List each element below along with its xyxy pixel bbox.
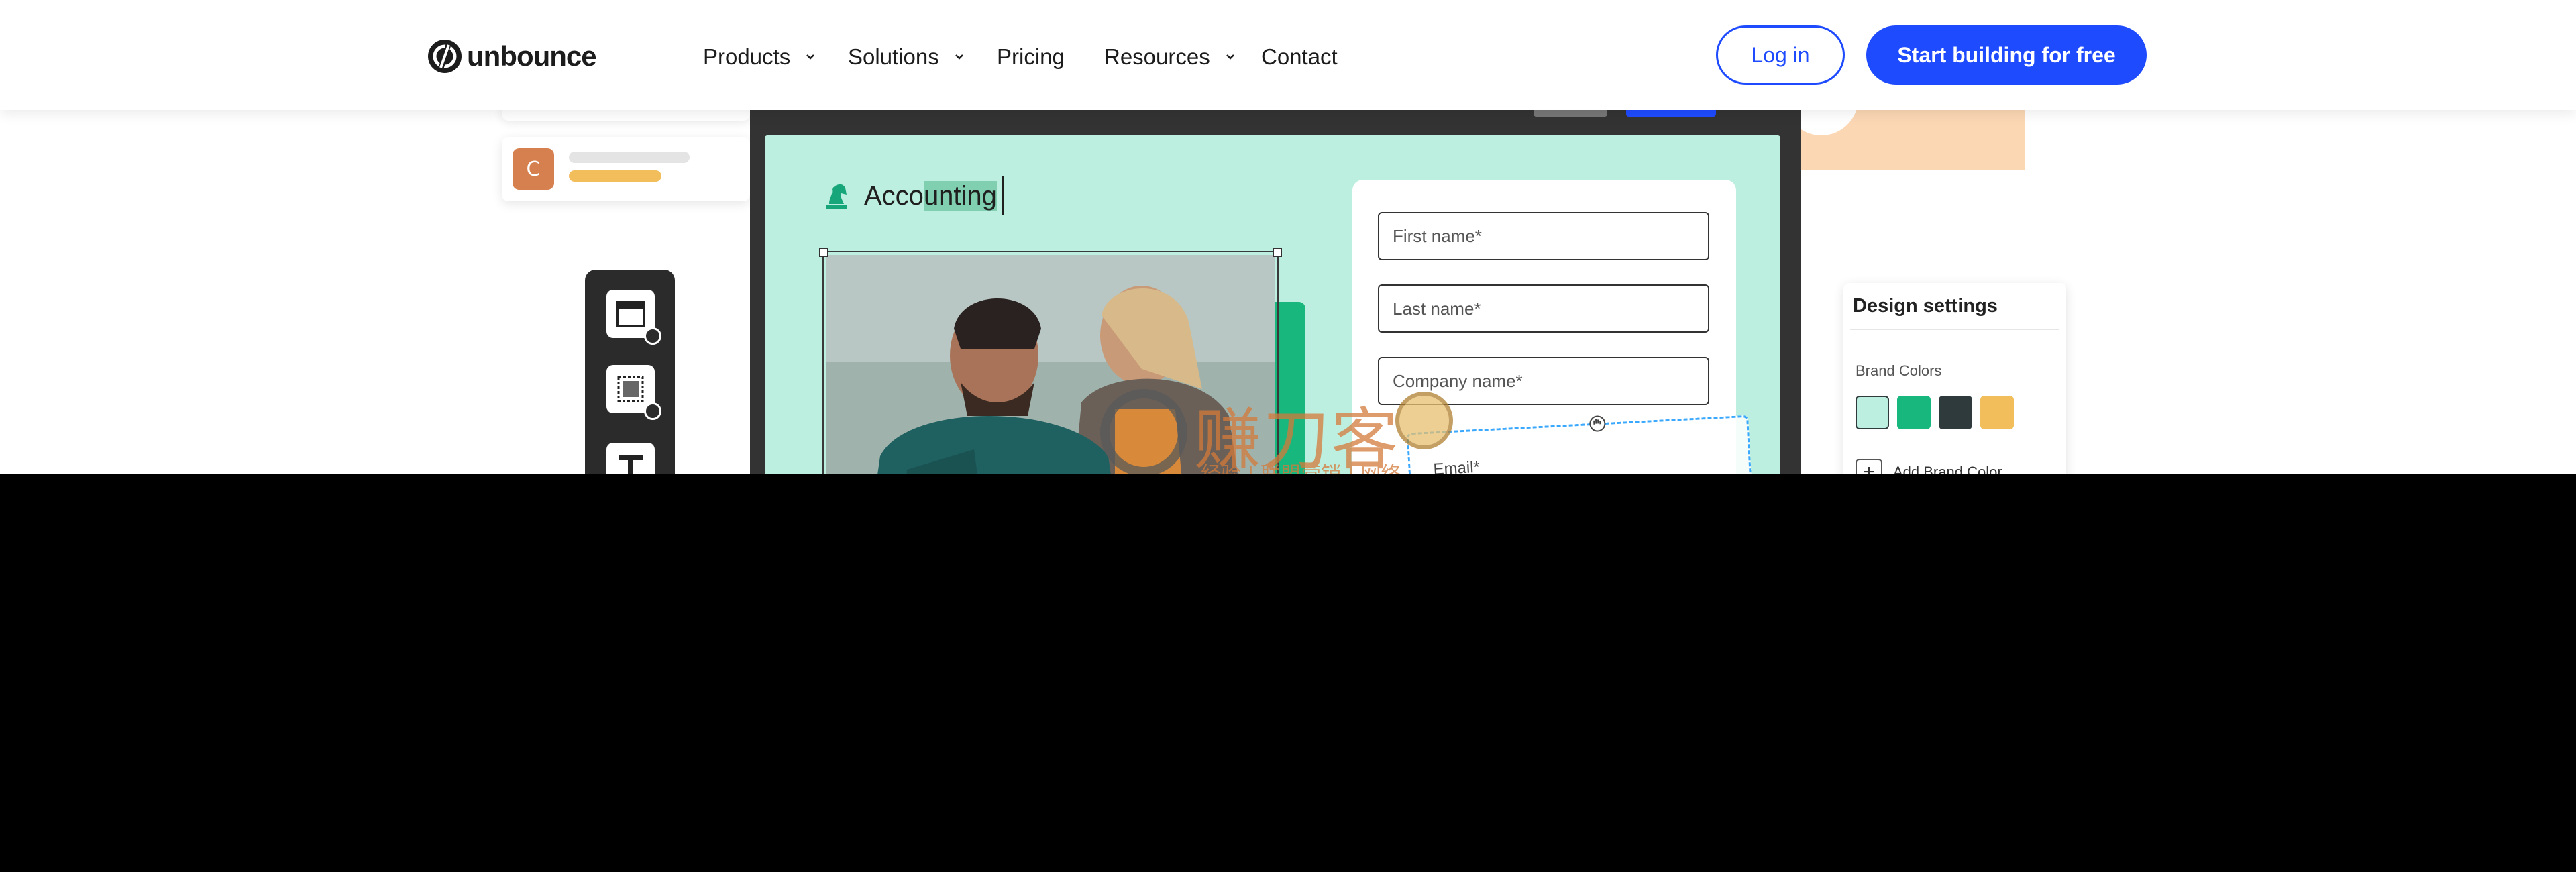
section-icon [616, 301, 645, 327]
design-settings-panel: Design settings Brand Colors + Add Brand… [1843, 283, 2066, 474]
text-cursor [1002, 176, 1004, 215]
brand-text-selected: unting [923, 180, 997, 211]
resize-handle[interactable] [1273, 248, 1282, 257]
tool-indicator-icon [644, 402, 661, 420]
brand-color-swatch[interactable] [1856, 396, 1889, 429]
top-navigation: unbounce Products Solutions Pricing Reso… [0, 0, 2576, 110]
add-brand-color-button[interactable]: + Add Brand Color [1856, 459, 2002, 474]
watermark-logo-icon [1100, 389, 1187, 474]
side-card: C [502, 137, 750, 201]
brand-text: Accounting [864, 180, 997, 211]
chevron-down-icon [805, 53, 816, 61]
plus-icon: + [1856, 459, 1882, 474]
start-building-button[interactable]: Start building for free [1866, 25, 2147, 85]
brand-colors-label: Brand Colors [1856, 362, 1942, 379]
watermark-subtext: 经验 | 联盟营销 | 网络 [1201, 457, 1401, 474]
nav-products-label: Products [703, 44, 791, 69]
nav-pricing[interactable]: Pricing [997, 40, 1065, 74]
unbounce-logo[interactable]: unbounce [428, 38, 597, 75]
watermark: 赚刀客 经验 | 联盟营销 | 网络 [1100, 382, 1476, 474]
nav-resources-label: Resources [1104, 44, 1210, 69]
editor-toolbar [585, 270, 675, 474]
divider [1850, 329, 2059, 330]
grab-hand-icon [1589, 415, 1606, 432]
first-name-placeholder: First name* [1393, 225, 1482, 246]
section-tool-button[interactable] [606, 290, 661, 345]
last-name-placeholder: Last name* [1393, 298, 1481, 319]
brand-color-swatch[interactable] [1897, 396, 1931, 429]
chess-knight-icon [826, 184, 847, 209]
placeholder-bar-yellow [569, 170, 661, 182]
chevron-down-icon [954, 53, 965, 61]
logo-wordmark: unbounce [467, 40, 597, 72]
placeholder-bar-grey [569, 152, 690, 163]
text-tool-button[interactable] [606, 443, 655, 474]
nav-resources[interactable]: Resources [1104, 40, 1236, 74]
nav-contact[interactable]: Contact [1261, 40, 1338, 74]
brand-text-plain: Acco [864, 180, 924, 211]
nav-solutions[interactable]: Solutions [848, 40, 965, 74]
tool-indicator-icon [644, 327, 661, 345]
brand-heading[interactable]: Accounting [821, 176, 1004, 216]
brand-color-swatch[interactable] [1980, 396, 2014, 429]
first-name-field[interactable]: First name* [1378, 212, 1709, 260]
unbounce-logo-icon [428, 40, 462, 73]
box-tool-button[interactable] [606, 365, 661, 420]
watermark-coin-icon [1395, 392, 1453, 449]
text-icon [619, 455, 643, 474]
chevron-down-icon [1225, 53, 1236, 61]
last-name-field[interactable]: Last name* [1378, 284, 1709, 333]
design-settings-title: Design settings [1853, 295, 1998, 317]
add-brand-color-label: Add Brand Color [1893, 464, 2002, 474]
nav-products[interactable]: Products [703, 40, 816, 74]
box-icon [617, 376, 644, 402]
resize-handle[interactable] [819, 248, 828, 257]
screenshot-stage: C Accounting First name* Last name* Comp… [0, 0, 2576, 474]
nav-contact-label: Contact [1261, 44, 1338, 69]
login-button[interactable]: Log in [1716, 25, 1845, 85]
brand-color-swatch[interactable] [1939, 396, 1972, 429]
nav-pricing-label: Pricing [997, 44, 1065, 69]
nav-solutions-label: Solutions [848, 44, 939, 69]
avatar: C [513, 148, 554, 190]
